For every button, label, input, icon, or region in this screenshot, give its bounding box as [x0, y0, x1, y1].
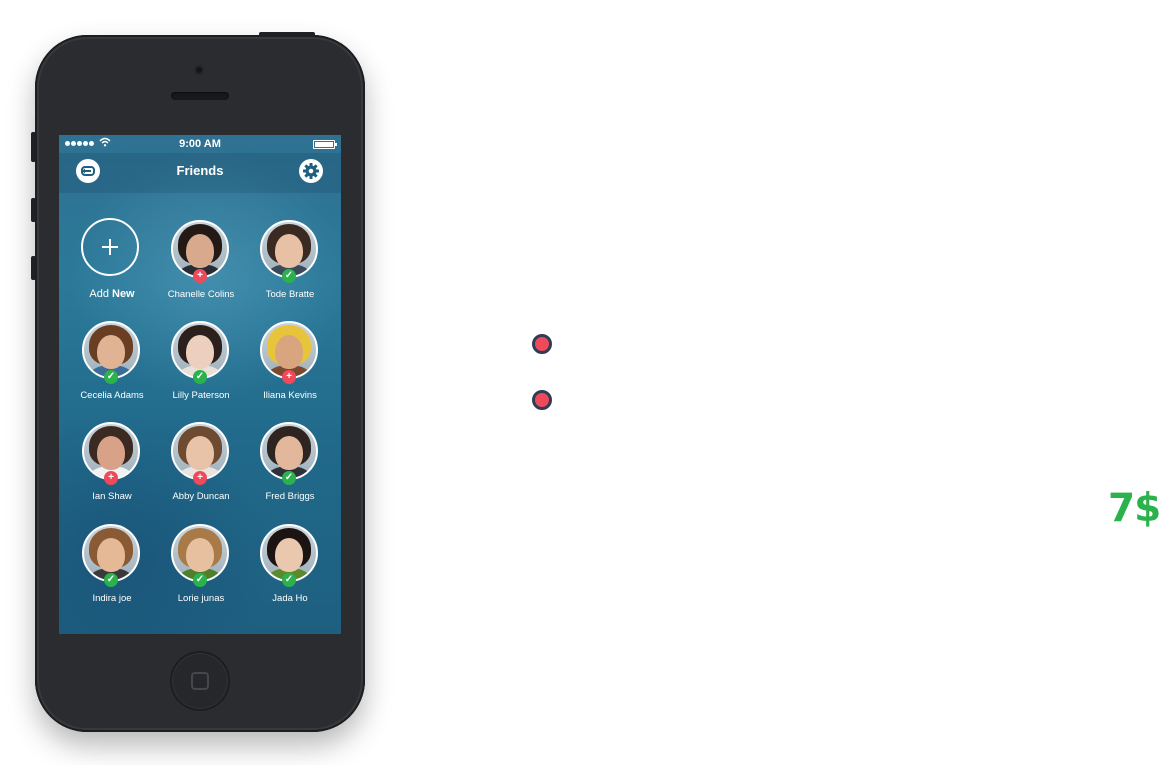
add-friend-badge[interactable]: + [193, 269, 207, 283]
friend-name: Indira joe [92, 593, 132, 604]
home-square-icon [191, 672, 209, 690]
add-new-button[interactable]: Add New [68, 218, 156, 316]
add-friend-badge[interactable]: + [193, 471, 207, 485]
mute-switch [31, 132, 36, 162]
friend-name: Abby Duncan [172, 491, 230, 502]
hotspot-dot[interactable] [532, 334, 552, 354]
add-friend-badge[interactable]: + [282, 370, 296, 384]
friend-card[interactable]: ✓ Tode Bratte [246, 220, 334, 316]
added-check-badge: ✓ [104, 573, 118, 587]
added-check-badge: ✓ [193, 370, 207, 384]
plus-icon [81, 218, 139, 276]
nav-bar: Friends [59, 153, 341, 193]
added-check-badge: ✓ [282, 269, 296, 283]
friend-card[interactable]: + Chanelle Colins [157, 220, 245, 316]
settings-button[interactable] [299, 159, 323, 183]
added-check-badge: ✓ [104, 370, 118, 384]
friend-card[interactable]: + Ian Shaw [68, 422, 156, 518]
camera [194, 65, 204, 75]
gear-icon [303, 163, 319, 179]
friend-card[interactable]: + Abby Duncan [157, 422, 245, 518]
friend-name: Lorie junas [177, 593, 225, 604]
screen: 9:00 AM Friends Add New + Chanelle Colin… [59, 135, 341, 634]
friend-name: Tode Bratte [265, 289, 315, 300]
friend-card[interactable]: ✓ Lorie junas [157, 524, 245, 620]
friend-card[interactable]: ✓ Cecelia Adams [68, 321, 156, 417]
added-check-badge: ✓ [282, 573, 296, 587]
speaker [171, 92, 229, 100]
status-time: 9:00 AM [179, 138, 221, 150]
status-bar: 9:00 AM [59, 135, 341, 153]
volume-up-button [31, 198, 36, 222]
battery-icon [313, 140, 337, 149]
friend-name: Iliana Kevins [263, 390, 317, 401]
power-button [259, 32, 315, 37]
friend-name: Ian Shaw [92, 491, 132, 502]
add-friend-badge[interactable]: + [104, 471, 118, 485]
friend-card[interactable]: ✓ Lilly Paterson [157, 321, 245, 417]
friend-card[interactable]: + Iliana Kevins [246, 321, 334, 417]
friend-card[interactable]: ✓ Indira joe [68, 524, 156, 620]
hotspot-dot[interactable] [532, 390, 552, 410]
added-check-badge: ✓ [282, 471, 296, 485]
friend-name: Fred Briggs [265, 491, 315, 502]
home-button[interactable] [170, 651, 230, 711]
friend-card[interactable]: ✓ Jada Ho [246, 524, 334, 620]
friend-name: Chanelle Colins [167, 289, 235, 300]
phone-mockup: 9:00 AM Friends Add New + Chanelle Colin… [31, 32, 365, 732]
add-new-label: Add New [89, 288, 135, 300]
price-label: 7$ [1108, 486, 1160, 531]
friend-name: Jada Ho [272, 593, 308, 604]
friend-card[interactable]: ✓ Fred Briggs [246, 422, 334, 518]
friend-name: Cecelia Adams [80, 390, 144, 401]
friend-name: Lilly Paterson [172, 390, 230, 401]
added-check-badge: ✓ [193, 573, 207, 587]
volume-down-button [31, 256, 36, 280]
